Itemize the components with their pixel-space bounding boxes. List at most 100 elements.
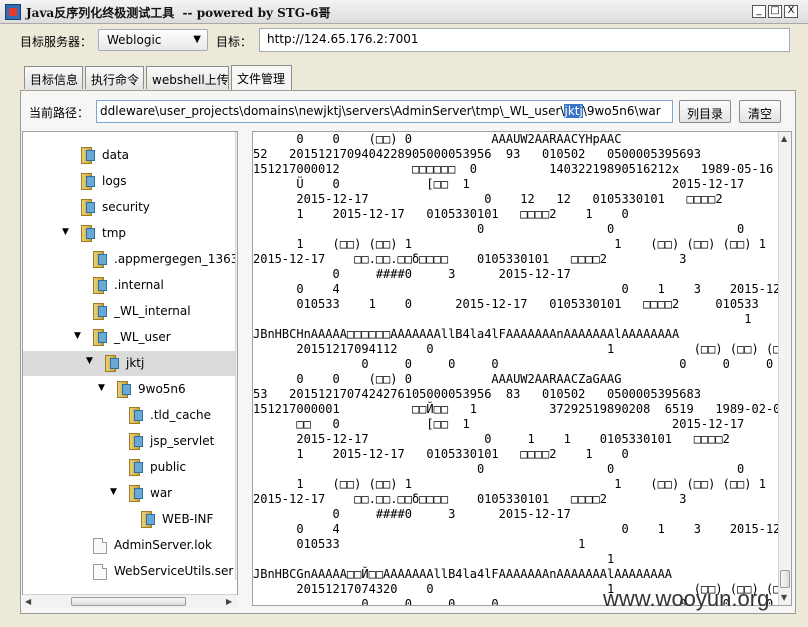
close-button[interactable]: X bbox=[784, 5, 798, 18]
file-content-area[interactable]: 0 0 (□□) 0 AAAUW2AARAACYHpAAC 52 2015121… bbox=[252, 131, 792, 606]
tree-item-wl-internal[interactable]: _WL_internal bbox=[23, 301, 236, 323]
scroll-up-icon[interactable]: ▲ bbox=[781, 134, 787, 143]
folder-icon bbox=[93, 329, 109, 346]
expand-arrow-icon[interactable]: ▼ bbox=[110, 487, 117, 497]
folder-icon bbox=[141, 511, 157, 528]
file-icon bbox=[93, 538, 107, 554]
chevron-down-icon: ▼ bbox=[193, 34, 201, 45]
tree-item-jsp-servlet[interactable]: jsp_servlet bbox=[23, 431, 236, 453]
content-line: JBnHBCHnAAAAA□□□□□□AAAAAAAllB4la4lFAAAAA… bbox=[253, 327, 680, 341]
tree-item-jktj[interactable]: ▼ jktj bbox=[23, 351, 236, 376]
content-line: 0 0 (□□) 0 AAAUW2AARAACZaGAAG bbox=[253, 372, 622, 386]
tree-scroll-thumb[interactable] bbox=[237, 238, 238, 288]
maximize-button[interactable]: □ bbox=[768, 5, 782, 18]
tree-item-label: security bbox=[102, 200, 150, 214]
content-line: 1 2015-12-17 0105330101 □□□□2 1 0 0 bbox=[253, 207, 792, 221]
content-line: 2015-12-17 □□.□□.□□δ□□□□ 0105330101 □□□□… bbox=[253, 252, 687, 266]
tree-item-label: .appmergegen_1363 bbox=[114, 252, 238, 266]
tab-file-manager[interactable]: 文件管理 bbox=[231, 65, 292, 90]
content-scroll-thumb[interactable] bbox=[780, 570, 790, 588]
tree-item-appmergegen[interactable]: .appmergegen_1363 bbox=[23, 249, 238, 271]
folder-icon bbox=[117, 381, 133, 398]
scroll-right-icon[interactable]: ▶ bbox=[226, 597, 232, 606]
tab-webshell-upload[interactable]: webshell上传 bbox=[146, 66, 229, 89]
tree-item-label: logs bbox=[102, 174, 127, 188]
expand-arrow-icon[interactable]: ▼ bbox=[62, 227, 69, 237]
tree-item-label: public bbox=[150, 460, 187, 474]
scroll-down-icon[interactable]: ▼ bbox=[781, 593, 787, 602]
tree-item-label: data bbox=[102, 148, 130, 162]
file-icon bbox=[93, 564, 107, 580]
tab-exec-command[interactable]: 执行命令 bbox=[85, 66, 144, 89]
path-text-before: ddleware\user_projects\domains\newjktj\s… bbox=[100, 104, 565, 118]
content-line: JBnHBCGnAAAAA□□Й□□AAAAAAAllB4la4lFAAAAAA… bbox=[253, 567, 673, 581]
folder-icon bbox=[81, 173, 97, 190]
folder-icon bbox=[105, 355, 121, 372]
content-line: 0 ####0 3 2015-12-17 bbox=[253, 507, 571, 521]
server-label: 目标服务器： bbox=[20, 35, 93, 49]
tree-hscroll-thumb[interactable] bbox=[71, 597, 186, 606]
tree-item-data[interactable]: data bbox=[23, 145, 236, 167]
window-title: Java反序列化终极测试工具 -- powered by STG-6哥 bbox=[26, 6, 331, 20]
content-line: 0 4 0 1 3 2015-12-17 bbox=[253, 282, 792, 296]
tree-item-9wo5n6[interactable]: ▼ 9wo5n6 bbox=[23, 379, 236, 401]
app-icon bbox=[5, 4, 21, 20]
tree-item-war[interactable]: ▼ war bbox=[23, 483, 236, 505]
tree-item-security[interactable]: security bbox=[23, 197, 236, 219]
expand-arrow-icon[interactable]: ▼ bbox=[86, 356, 93, 366]
content-line: 1 (□□) (□□) 1 1 (□□) (□□) (□□) 1 bbox=[253, 477, 766, 491]
minimize-button[interactable]: _ bbox=[752, 5, 766, 18]
content-vertical-scrollbar[interactable]: ▲ ▼ bbox=[778, 132, 791, 605]
tree-item-label: AdminServer.lok bbox=[114, 538, 212, 552]
content-line: 010533 1 bbox=[253, 537, 586, 551]
content-line: 0 ####0 3 2015-12-17 bbox=[253, 267, 571, 281]
tree-item-label: _WL_user bbox=[114, 330, 171, 344]
tree-item-logs[interactable]: logs bbox=[23, 171, 236, 193]
folder-icon bbox=[81, 225, 97, 242]
folder-icon bbox=[81, 199, 97, 216]
tree-item-label: .tld_cache bbox=[150, 408, 212, 422]
content-line: 1 bbox=[253, 552, 615, 566]
tree-vertical-scrollbar[interactable]: ▲ ▼ bbox=[235, 132, 238, 580]
target-url-input[interactable]: http://124.65.176.2:7001 bbox=[259, 28, 790, 52]
content-line: 52 2015121709404228905000053956 93 01050… bbox=[253, 147, 701, 161]
content-line: 0 0 0 bbox=[253, 462, 745, 476]
server-select[interactable]: Weblogic ▼ bbox=[98, 29, 208, 51]
tree-item-internal[interactable]: .internal bbox=[23, 275, 236, 297]
tree-item-tld-cache[interactable]: .tld_cache bbox=[23, 405, 236, 427]
content-line: 0 0 0 0 0 0 0 0 bbox=[253, 357, 792, 371]
folder-icon bbox=[129, 459, 145, 476]
expand-arrow-icon[interactable]: ▼ bbox=[74, 331, 81, 341]
folder-icon bbox=[93, 277, 109, 294]
folder-icon bbox=[129, 407, 145, 424]
tree-item-label: WebServiceUtils.ser bbox=[114, 564, 234, 578]
clear-button[interactable]: 清空 bbox=[739, 100, 781, 123]
folder-icon bbox=[129, 433, 145, 450]
content-line: 2015-12-17 □□.□□.□□δ□□□□ 0105330101 □□□□… bbox=[253, 492, 687, 506]
tree-item-wl-user[interactable]: ▼ _WL_user bbox=[23, 327, 236, 349]
watermark: www.wooyun.org bbox=[603, 586, 770, 611]
content-line: Ü 0 [□□ 1 2015-12-17 1 bbox=[253, 177, 792, 191]
content-line: 151217000012 □□□□□□ 0 14032219890516212x… bbox=[253, 162, 774, 176]
tree-item-web-inf[interactable]: WEB-INF bbox=[23, 509, 236, 531]
tree-item-webserviceutils-ser[interactable]: WebServiceUtils.ser bbox=[23, 561, 236, 583]
tree-horizontal-scrollbar[interactable]: ◀ ▶ bbox=[23, 594, 237, 608]
tree-item-adminserver-lok[interactable]: AdminServer.lok bbox=[23, 535, 236, 557]
tree-item-label: jsp_servlet bbox=[150, 434, 215, 448]
scroll-left-icon[interactable]: ◀ bbox=[25, 597, 31, 606]
tab-target-info[interactable]: 目标信息 bbox=[24, 66, 83, 89]
content-line: 1 bbox=[253, 312, 752, 326]
path-label: 当前路径： bbox=[29, 106, 90, 120]
list-dir-button[interactable]: 列目录 bbox=[679, 100, 731, 123]
tree-item-public[interactable]: public bbox=[23, 457, 236, 479]
content-line: 53 2015121707424276105000053956 83 01050… bbox=[253, 387, 701, 401]
file-tree[interactable]: data logs security ▼ tmp .appmergegen_13… bbox=[22, 131, 238, 595]
expand-arrow-icon[interactable]: ▼ bbox=[98, 383, 105, 393]
path-input[interactable]: ddleware\user_projects\domains\newjktj\s… bbox=[96, 100, 673, 123]
tree-item-tmp[interactable]: ▼ tmp bbox=[23, 223, 236, 245]
title-bar: Java反序列化终极测试工具 -- powered by STG-6哥 _ □ … bbox=[0, 0, 808, 24]
folder-icon bbox=[93, 303, 109, 320]
content-line: 010533 1 0 2015-12-17 0105330101 □□□□2 0… bbox=[253, 297, 792, 311]
folder-icon bbox=[93, 251, 109, 268]
content-line: 1 2015-12-17 0105330101 □□□□2 1 0 0 bbox=[253, 447, 792, 461]
